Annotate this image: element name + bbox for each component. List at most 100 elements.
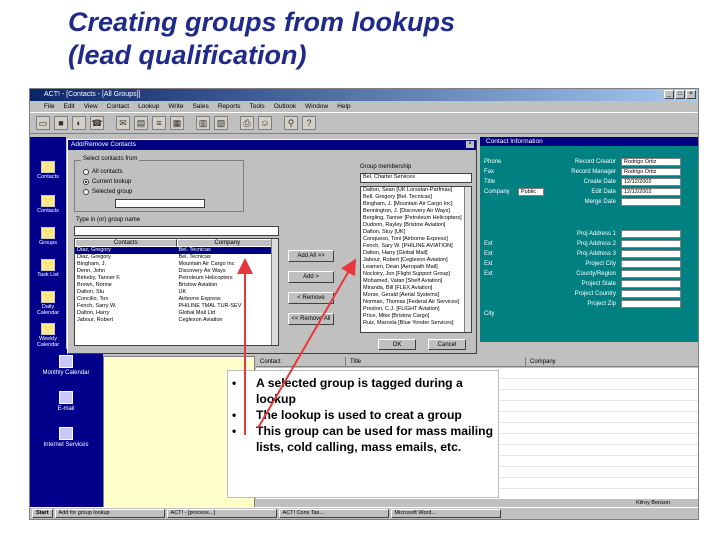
group-member-item[interactable]: Preston, C.J. [FLIGHT Aviation] xyxy=(361,306,471,313)
group-member-item[interactable]: Price, Mike [Bristow Cargo] xyxy=(361,313,471,320)
taskbar-item[interactable]: Add for group lookup xyxy=(54,509,165,518)
filter-icon[interactable]: ⚲ xyxy=(284,116,298,130)
group-member-item[interactable]: Dalton, Sean [UK Lorsstan-Parfmau] xyxy=(361,187,471,194)
taskbar-item[interactable]: Microsoft Word... xyxy=(390,509,501,518)
minimize-button[interactable]: _ xyxy=(664,90,674,99)
menu-lookup[interactable]: Lookup xyxy=(138,101,159,112)
group-select-dropdown[interactable] xyxy=(115,199,205,208)
group-member-item[interactable]: Jabour, Robert [Ceglexon Aviation] xyxy=(361,257,471,264)
memo-icon[interactable]: ▤ xyxy=(134,116,148,130)
contact-company-cell[interactable]: Bel. Tecnicas xyxy=(176,247,278,254)
menu-sales[interactable]: Sales xyxy=(192,101,208,112)
monthly-calendar-item[interactable]: Monthly Calendar xyxy=(34,355,98,376)
public-field[interactable]: Public xyxy=(518,188,544,196)
project-state-field[interactable] xyxy=(621,280,681,288)
help-icon[interactable]: ? xyxy=(302,116,316,130)
calendar-icon[interactable]: ▦ xyxy=(170,116,184,130)
contact-name-cell[interactable]: Diaz, Gregory xyxy=(75,247,177,254)
internet-services-item[interactable]: Internet Services xyxy=(34,427,98,448)
letter-icon[interactable]: ✉ xyxy=(116,116,130,130)
group-member-item[interactable]: Nocloiry, Jon [Flight Support Group] xyxy=(361,271,471,278)
sidebar-item-daily-calendar[interactable]: Daily Calendar xyxy=(32,291,64,316)
contact-company-cell[interactable]: Mountain Air Cargo Inc xyxy=(177,261,279,268)
sidebar-item-weekly-calendar[interactable]: Weekly Calendar xyxy=(32,323,64,348)
project-city-field[interactable] xyxy=(621,260,681,268)
grid-col-contact[interactable]: Contact xyxy=(256,357,346,366)
sidebar-item-task-list[interactable]: Task List xyxy=(32,259,64,278)
proj-address-3-field[interactable] xyxy=(621,250,681,258)
printer-icon[interactable]: ⎙ xyxy=(240,116,254,130)
contact-name-cell[interactable]: Dalton, Harry xyxy=(75,310,177,317)
sidebar-item-groups[interactable]: Groups xyxy=(32,227,64,246)
grid-icon[interactable]: ▥ xyxy=(196,116,210,130)
project-zip-field[interactable] xyxy=(621,300,681,308)
group-members-list[interactable]: Dalton, Sean [UK Lorsstan-Parfmau] Bell, … xyxy=(360,186,472,333)
contact-company-cell[interactable]: Airborne Express xyxy=(177,296,279,303)
menu-view[interactable]: View xyxy=(84,101,98,112)
menu-tools[interactable]: Tools xyxy=(250,101,265,112)
type-in-field[interactable] xyxy=(74,226,279,236)
contacts-list-scrollbar[interactable] xyxy=(271,239,278,345)
group-member-item[interactable]: Conqueso, Toni [Airborne Express] xyxy=(361,236,471,243)
contact-company-cell[interactable]: Bristow Aviation xyxy=(177,282,279,289)
county-region-field[interactable] xyxy=(621,270,681,278)
group-name-field[interactable]: Bel. Charter Services xyxy=(360,173,472,183)
proj-address-2-field[interactable] xyxy=(621,240,681,248)
contact-name-cell[interactable]: Birkeby, Tanner F. xyxy=(75,275,177,282)
contact-company-cell[interactable]: PHILINE TMAL TUR-SEV xyxy=(177,303,279,310)
sidebar-item-contacts-2[interactable]: Contacts xyxy=(32,195,64,214)
contact-company-cell[interactable]: UK xyxy=(177,289,279,296)
close-button[interactable]: × xyxy=(686,90,696,99)
group-member-item[interactable]: Dudoon, Rayley [Bristow Aviation] xyxy=(361,222,471,229)
create-date-field[interactable]: 12/12/2002 xyxy=(621,178,681,186)
contact-name-cell[interactable]: Concilio, Ton xyxy=(75,296,177,303)
group-member-item[interactable]: Fench, Sary W. [PHILINE AVIATION] xyxy=(361,243,471,250)
group-member-item[interactable]: Dalton, Stuy [UK] xyxy=(361,229,471,236)
group-member-item[interactable]: Bennington, J. [Discovery Air Ways] xyxy=(361,208,471,215)
record-creator-field[interactable]: Rodrigo Ortiz xyxy=(621,158,681,166)
add-all-button[interactable]: Add All >> xyxy=(288,250,334,262)
phone-icon[interactable]: ☎ xyxy=(90,116,104,130)
contact-name-cell[interactable]: Brown, Norine xyxy=(75,282,177,289)
users-icon[interactable]: ☺ xyxy=(258,116,272,130)
group-member-item[interactable]: Ruiz, Marcela [Blue Yonder Services] xyxy=(361,320,471,327)
radio-all-contacts[interactable]: All contacts xyxy=(83,169,123,175)
edit-date-field[interactable]: 12/12/2002 xyxy=(621,188,681,196)
taskbar-item[interactable]: ACT! Cons Tas... xyxy=(278,509,389,518)
remove-all-button[interactable]: << Remove All xyxy=(288,313,334,325)
contact-name-cell[interactable]: Fench, Sarry W. xyxy=(75,303,177,310)
group-member-item[interactable]: Bell, Gregory [Bel. Tecnicas] xyxy=(361,194,471,201)
record-manager-field[interactable]: Rodrigo Ortiz xyxy=(621,168,681,176)
cancel-button[interactable]: Cancel xyxy=(428,339,466,350)
merge-date-field[interactable] xyxy=(621,198,681,206)
sidebar-item-contacts[interactable]: Contacts xyxy=(32,161,64,180)
ok-button[interactable]: OK xyxy=(378,339,416,350)
radio-selected-group[interactable]: Selected group xyxy=(83,189,132,195)
contact-name-cell[interactable]: Dalton, Stu xyxy=(75,289,177,296)
group-member-item[interactable]: Norman, Thomas [Federal Air Services] xyxy=(361,299,471,306)
group-member-item[interactable]: Dalton, Harry [Global Mail] xyxy=(361,250,471,257)
radio-current-lookup[interactable]: Current lookup xyxy=(83,179,131,185)
list-icon[interactable]: ≡ xyxy=(152,116,166,130)
contact-name-cell[interactable]: Diaz, Gregory xyxy=(75,254,177,261)
open-folder-icon[interactable]: ▭ xyxy=(36,116,50,130)
contact-company-cell[interactable]: Discovery Air Ways xyxy=(177,268,279,275)
group-member-item[interactable]: Mohamed, Vatan [Shelf Aviation] xyxy=(361,278,471,285)
maximize-button[interactable]: □ xyxy=(675,90,685,99)
contact-name-cell[interactable]: Jabour, Robert xyxy=(75,317,177,324)
col-contacts[interactable]: Contacts xyxy=(75,239,177,247)
contact-name-cell[interactable]: Denn, John xyxy=(75,268,177,275)
menu-write[interactable]: Write xyxy=(168,101,183,112)
col-company[interactable]: Company xyxy=(176,239,278,247)
menu-outlook[interactable]: Outlook xyxy=(274,101,296,112)
email-item[interactable]: E-mail xyxy=(34,391,98,412)
taskbar-item[interactable]: ACT! - [process...] xyxy=(166,509,277,518)
grid-col-title[interactable]: Title xyxy=(346,357,526,366)
remove-button[interactable]: < Remove xyxy=(288,292,334,304)
save-icon[interactable]: ■ xyxy=(54,116,68,130)
contact-name-cell[interactable]: Bingham, J. xyxy=(75,261,177,268)
members-list-scrollbar[interactable] xyxy=(464,187,471,332)
group-member-item[interactable]: Leamen, Dean [Aeropath Mail] xyxy=(361,264,471,271)
group-member-item[interactable]: Morse, Gerald [Aerial Systems] xyxy=(361,292,471,299)
grid-col-company[interactable]: Company xyxy=(526,357,698,366)
